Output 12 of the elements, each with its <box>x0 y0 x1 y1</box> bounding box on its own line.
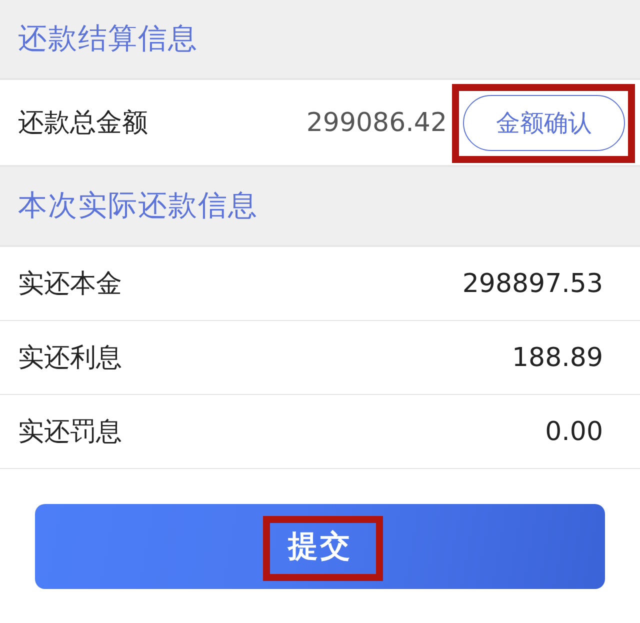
amount-value: 299086.42 <box>306 108 447 138</box>
section-title: 本次实际还款信息 <box>18 187 258 224</box>
field-label: 实还罚息 <box>18 416 123 449</box>
amount-value: 188.89 <box>512 342 603 372</box>
section-title: 还款结算信息 <box>18 20 198 57</box>
amount-value: 298897.53 <box>462 268 603 298</box>
amount-value: 0.00 <box>545 416 603 446</box>
field-label: 实还本金 <box>18 268 123 301</box>
field-label: 实还利息 <box>18 342 123 375</box>
confirm-amount-button[interactable]: 金额确认 <box>463 94 625 150</box>
submit-button[interactable]: 提交 <box>35 504 605 589</box>
field-label: 还款总金额 <box>18 107 149 140</box>
